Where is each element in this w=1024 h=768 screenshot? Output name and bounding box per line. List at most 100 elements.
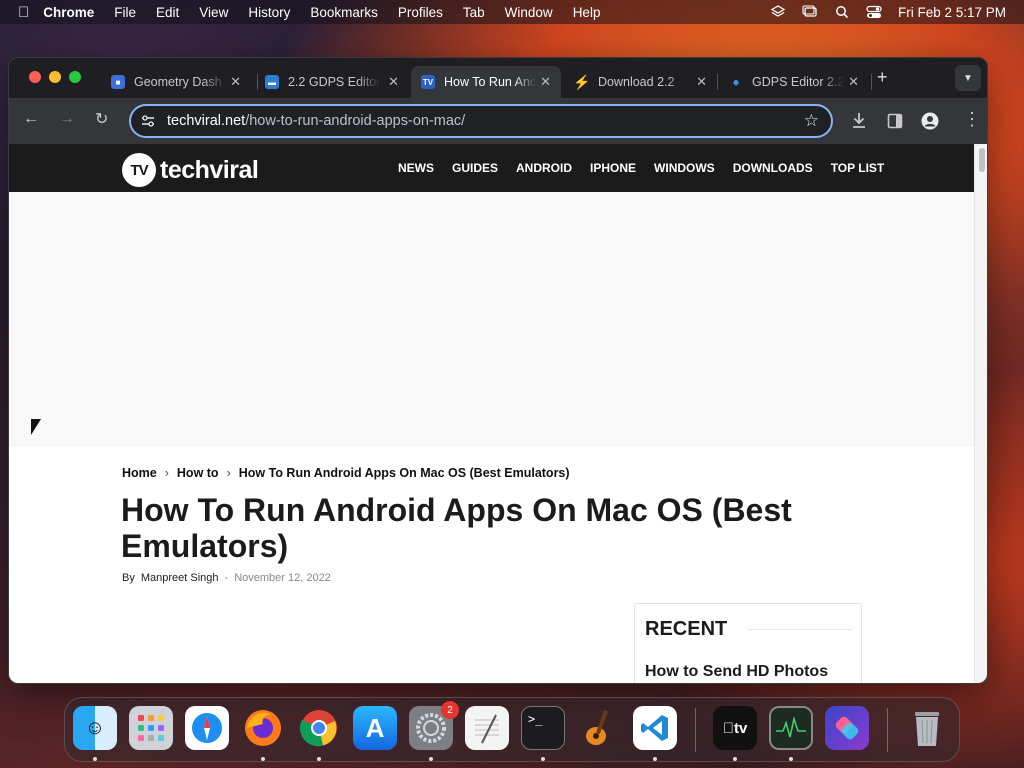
nav-top-list[interactable]: TOP LIST <box>831 161 885 175</box>
url-text[interactable]: techviral.net/how-to-run-android-apps-on… <box>167 113 465 129</box>
tab-download[interactable]: ⚡ Download 2.2 ✕ <box>565 66 717 98</box>
firefox-icon[interactable] <box>241 706 285 750</box>
side-panel-icon[interactable] <box>887 113 903 129</box>
nav-downloads[interactable]: DOWNLOADS <box>733 161 813 175</box>
site-header: TV techviral NEWS GUIDES ANDROID IPHONE … <box>9 144 974 192</box>
running-indicator <box>541 757 545 761</box>
tab-favicon-icon: ● <box>732 75 740 89</box>
author-link[interactable]: Manpreet Singh <box>141 572 219 584</box>
menu-edit[interactable]: Edit <box>156 5 179 20</box>
logo-mark: TV <box>122 153 156 187</box>
close-window-button[interactable] <box>29 71 41 83</box>
tab-search-button[interactable]: ▼ <box>955 65 981 91</box>
reload-icon[interactable]: ↻ <box>95 109 108 129</box>
search-icon[interactable] <box>834 5 850 19</box>
recent-heading: RECENT <box>645 618 728 640</box>
running-indicator <box>93 757 97 761</box>
article-title: How To Run Android Apps On Mac OS (Best … <box>121 492 792 564</box>
textedit-icon[interactable] <box>465 706 509 750</box>
menu-window[interactable]: Window <box>505 5 553 20</box>
back-arrow-icon[interactable]: ← <box>23 110 39 128</box>
download-icon[interactable] <box>851 112 867 130</box>
apple-tv-icon[interactable]: tv <box>713 706 757 750</box>
zoom-window-button[interactable] <box>69 71 81 83</box>
safari-icon[interactable] <box>185 706 229 750</box>
breadcrumb-separator: › <box>226 466 231 480</box>
tab-favicon-icon: ■ <box>111 75 125 89</box>
dock-separator <box>695 708 696 752</box>
shortcuts-icon[interactable] <box>825 706 869 750</box>
stage-manager-icon[interactable] <box>802 5 818 19</box>
tab-gdps-editor-2[interactable]: ● GDPS Editor 2.2 ✕ <box>719 66 869 98</box>
system-settings-icon[interactable]: 2 <box>409 701 459 750</box>
window-controls <box>29 71 81 83</box>
more-menu-icon[interactable]: ⋮ <box>963 109 981 130</box>
nav-android[interactable]: ANDROID <box>516 161 572 175</box>
browser-window: ■ Geometry Dash ✕ ▬ 2.2 GDPS Editor ✕ TV… <box>8 57 988 684</box>
page-scrollbar[interactable] <box>974 144 987 683</box>
vscode-icon[interactable] <box>633 706 677 750</box>
byline-separator: - <box>224 572 229 584</box>
tab-close-icon[interactable]: ✕ <box>540 74 551 90</box>
nav-guides[interactable]: GUIDES <box>452 161 498 175</box>
techviral-logo[interactable]: TV techviral <box>122 153 259 187</box>
running-indicator <box>317 757 321 761</box>
recent-post-link[interactable]: How to Send HD Photos <box>645 663 828 681</box>
launchpad-icon[interactable] <box>129 706 173 750</box>
tab-favicon-icon: TV <box>421 75 435 89</box>
browser-toolbar: ← → ↻ techviral.net/how-to-run-android-a… <box>9 98 987 144</box>
running-indicator <box>733 757 737 761</box>
publish-date: November 12, 2022 <box>234 572 331 584</box>
minimize-window-button[interactable] <box>49 71 61 83</box>
running-indicator <box>789 757 793 761</box>
menu-profiles[interactable]: Profiles <box>398 5 443 20</box>
tab-divider <box>717 74 718 90</box>
breadcrumb-separator: › <box>164 466 169 480</box>
running-indicator <box>653 757 657 761</box>
bookmark-star-icon[interactable]: ☆ <box>804 111 819 131</box>
menubar:  Chrome File Edit View History Bookmark… <box>0 0 1024 24</box>
site-info-icon[interactable] <box>141 114 155 128</box>
scrollbar-thumb[interactable] <box>979 148 985 172</box>
nav-news[interactable]: NEWS <box>398 161 434 175</box>
breadcrumb-how-to[interactable]: How to <box>177 466 219 480</box>
menu-tab[interactable]: Tab <box>463 5 485 20</box>
terminal-icon[interactable]: >_ <box>521 706 565 750</box>
app-store-icon[interactable]: A <box>353 706 397 750</box>
garageband-icon[interactable] <box>577 706 621 750</box>
activity-monitor-icon[interactable] <box>769 706 813 750</box>
running-indicator <box>429 757 433 761</box>
forward-arrow-icon[interactable]: → <box>59 110 75 128</box>
apple-menu-icon[interactable]:  <box>18 4 29 21</box>
menu-help[interactable]: Help <box>573 5 601 20</box>
tab-divider <box>871 74 872 90</box>
tab-geometry-dash[interactable]: ■ Geometry Dash ✕ <box>101 66 251 98</box>
menu-bookmarks[interactable]: Bookmarks <box>310 5 378 20</box>
breadcrumb-home[interactable]: Home <box>122 466 157 480</box>
layers-icon[interactable] <box>770 5 786 19</box>
tab-gdps-editor[interactable]: ▬ 2.2 GDPS Editor ✕ <box>255 66 409 98</box>
tab-close-icon[interactable]: ✕ <box>848 74 859 90</box>
profile-avatar-icon[interactable] <box>921 112 939 130</box>
menubar-clock[interactable]: Fri Feb 2 5:17 PM <box>898 5 1006 20</box>
recent-widget: RECENT How to Send HD Photos <box>634 603 862 683</box>
tab-close-icon[interactable]: ✕ <box>696 74 707 90</box>
address-bar[interactable]: techviral.net/how-to-run-android-apps-on… <box>129 104 833 138</box>
nav-windows[interactable]: WINDOWS <box>654 161 715 175</box>
nav-iphone[interactable]: IPHONE <box>590 161 636 175</box>
finder-icon[interactable]: ☺ <box>73 706 117 750</box>
menu-app-name[interactable]: Chrome <box>43 5 94 20</box>
menu-file[interactable]: File <box>114 5 136 20</box>
tab-close-icon[interactable]: ✕ <box>230 74 241 90</box>
ad-placeholder <box>9 192 974 447</box>
site-nav: NEWS GUIDES ANDROID IPHONE WINDOWS DOWNL… <box>398 161 884 175</box>
menu-view[interactable]: View <box>199 5 228 20</box>
new-tab-button[interactable]: + <box>877 67 888 88</box>
menu-history[interactable]: History <box>248 5 290 20</box>
recent-divider <box>747 629 851 630</box>
control-center-icon[interactable] <box>866 5 882 19</box>
trash-icon[interactable] <box>905 706 949 750</box>
tab-close-icon[interactable]: ✕ <box>388 74 399 90</box>
tab-how-to-run-android[interactable]: TV How To Run Android ✕ <box>411 66 561 98</box>
chrome-icon[interactable] <box>297 706 341 750</box>
